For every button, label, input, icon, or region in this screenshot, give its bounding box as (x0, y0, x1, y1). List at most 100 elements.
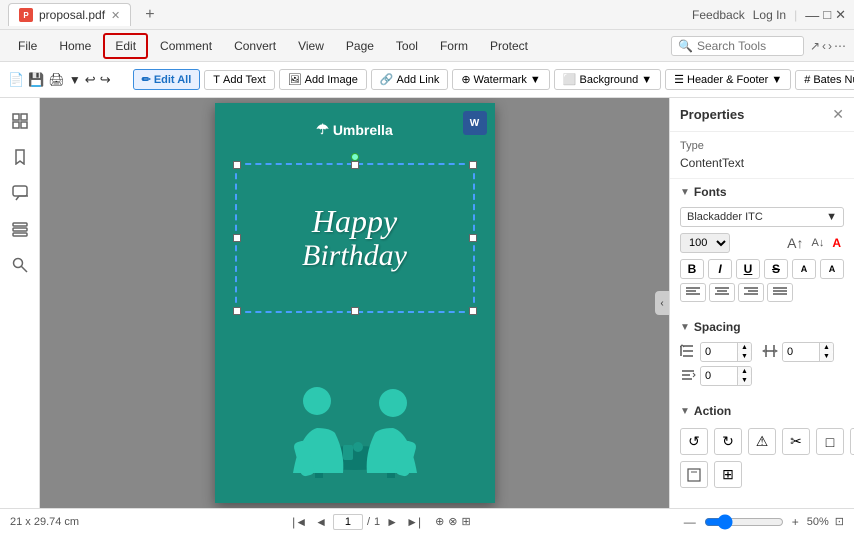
align-right-button[interactable] (738, 283, 764, 302)
line-spacing-value[interactable]: 0 (701, 344, 737, 360)
align-left-button[interactable] (680, 283, 706, 302)
handle-tl[interactable] (233, 161, 241, 169)
save-icon[interactable]: 💾 (28, 72, 44, 88)
add-text-button[interactable]: T Add Text (204, 70, 274, 90)
char-spacing-up[interactable]: ▲ (820, 343, 833, 352)
char-spacing-down[interactable]: ▼ (820, 352, 833, 361)
header-footer-button[interactable]: ☰ Header & Footer ▼ (665, 69, 791, 90)
menu-form[interactable]: Form (430, 35, 478, 57)
close-icon[interactable]: ✕ (835, 7, 846, 23)
action-crop-button[interactable]: ✂ (782, 428, 810, 455)
menu-tool[interactable]: Tool (386, 35, 428, 57)
sidebar-thumbnails-icon[interactable] (5, 106, 35, 136)
fit-page-icon[interactable]: ⊡ (835, 515, 844, 528)
before-spacing-input[interactable]: 0 ▲ ▼ (700, 366, 752, 386)
font-increase-button[interactable]: A↑ (784, 233, 806, 253)
canvas-area[interactable]: › ☂ Umbrella (40, 98, 669, 508)
handle-mr[interactable] (469, 234, 477, 242)
before-spacing-down[interactable]: ▼ (738, 376, 751, 385)
word-icon[interactable]: W (463, 111, 487, 135)
redo-icon[interactable]: ↪ (100, 72, 111, 88)
login-link[interactable]: Log In (753, 8, 786, 22)
spacing-section-header[interactable]: ▼ Spacing (670, 314, 854, 338)
view-icon3[interactable]: ⊞ (462, 515, 471, 528)
new-tab-button[interactable]: + (137, 2, 162, 28)
strikethrough-button[interactable]: S (764, 259, 788, 279)
watermark-button[interactable]: ⊕ Watermark ▼ (452, 69, 549, 90)
action-replace-button[interactable]: ⊡ (850, 428, 854, 455)
menu-protect[interactable]: Protect (480, 35, 538, 57)
pdf-page[interactable]: ☂ Umbrella Happy Birthda (215, 103, 495, 503)
char-spacing-input[interactable]: 0 ▲ ▼ (782, 342, 834, 362)
add-image-button[interactable]: 🖼 Add Image (279, 69, 367, 90)
action-extract-button[interactable]: □ (816, 428, 844, 455)
menu-view[interactable]: View (288, 35, 334, 57)
rotate-handle[interactable] (351, 153, 359, 161)
action-align-button[interactable] (680, 461, 708, 488)
current-page-input[interactable] (333, 514, 363, 530)
handle-tr[interactable] (469, 161, 477, 169)
handle-tm[interactable] (351, 161, 359, 169)
font-size-select[interactable]: 100 72 48 36 24 18 14 12 (680, 233, 730, 253)
last-page-button[interactable]: ►| (404, 515, 423, 529)
superscript-button[interactable]: A (792, 259, 816, 279)
minimize-icon[interactable]: — (805, 7, 819, 23)
nav-back-icon[interactable]: ‹ (822, 39, 826, 53)
search-input[interactable] (697, 39, 797, 53)
nav-forward-icon[interactable]: › (828, 39, 832, 53)
line-spacing-input[interactable]: 0 ▲ ▼ (700, 342, 752, 362)
menu-edit[interactable]: Edit (103, 33, 148, 59)
handle-br[interactable] (469, 307, 477, 315)
menu-file[interactable]: File (8, 35, 47, 57)
sidebar-bookmarks-icon[interactable] (5, 142, 35, 172)
fonts-section-header[interactable]: ▼ Fonts (670, 179, 854, 203)
file-icon[interactable]: 📄 (8, 72, 24, 88)
view-icon2[interactable]: ⊗ (448, 515, 457, 528)
action-distribute-button[interactable]: ⊞ (714, 461, 742, 488)
menu-comment[interactable]: Comment (150, 35, 222, 57)
font-select-dropdown[interactable]: Blackadder ITC ▼ (680, 207, 844, 227)
sidebar-comments-icon[interactable] (5, 178, 35, 208)
zoom-slider[interactable] (704, 514, 784, 530)
maximize-icon[interactable]: □ (823, 7, 831, 22)
dropdown-icon[interactable]: ▼ (69, 73, 81, 87)
search-box[interactable]: 🔍 (671, 36, 804, 56)
view-icon1[interactable]: ⊕ (435, 515, 444, 528)
menu-home[interactable]: Home (49, 35, 101, 57)
line-spacing-down[interactable]: ▼ (738, 352, 751, 361)
panel-close-button[interactable]: ✕ (832, 106, 844, 123)
font-color-button[interactable]: A (829, 233, 844, 253)
prev-page-button[interactable]: ◄ (313, 515, 329, 529)
zoom-in-button[interactable]: + (790, 515, 801, 529)
before-spacing-value[interactable]: 0 (701, 368, 737, 384)
zoom-out-button[interactable]: — (682, 515, 698, 529)
align-justify-button[interactable] (767, 283, 793, 302)
char-spacing-value[interactable]: 0 (783, 344, 819, 360)
action-flip-button[interactable]: ⚠ (748, 428, 776, 455)
nav-menu-icon[interactable]: ⋯ (834, 39, 846, 53)
font-decrease-button[interactable]: A↓ (808, 233, 827, 253)
feedback-link[interactable]: Feedback (692, 8, 745, 22)
before-spacing-up[interactable]: ▲ (738, 367, 751, 376)
sidebar-layers-icon[interactable] (5, 214, 35, 244)
edit-all-button[interactable]: ✏ Edit All (133, 69, 201, 90)
bates-number-button[interactable]: # Bates Number ▼ (795, 70, 854, 90)
sidebar-search-icon[interactable] (5, 250, 35, 280)
handle-bl[interactable] (233, 307, 241, 315)
italic-button[interactable]: I (708, 259, 732, 279)
menu-convert[interactable]: Convert (224, 35, 286, 57)
external-link-icon[interactable]: ↗ (810, 39, 820, 53)
action-rotate-left-button[interactable]: ↺ (680, 428, 708, 455)
undo-icon[interactable]: ↩ (85, 72, 96, 88)
add-link-button[interactable]: 🔗 Add Link (371, 69, 449, 90)
active-tab[interactable]: P proposal.pdf ✕ (8, 3, 131, 26)
menu-page[interactable]: Page (336, 35, 384, 57)
handle-ml[interactable] (233, 234, 241, 242)
next-page-button[interactable]: ► (384, 515, 400, 529)
background-button[interactable]: ⬜ Background ▼ (554, 69, 661, 90)
text-selection-box[interactable]: Happy Birthday (235, 163, 475, 313)
subscript-button[interactable]: A (820, 259, 844, 279)
collapse-right-button[interactable]: ‹ (655, 291, 669, 315)
print-icon[interactable]: 🖨 (48, 72, 65, 88)
bold-button[interactable]: B (680, 259, 704, 279)
